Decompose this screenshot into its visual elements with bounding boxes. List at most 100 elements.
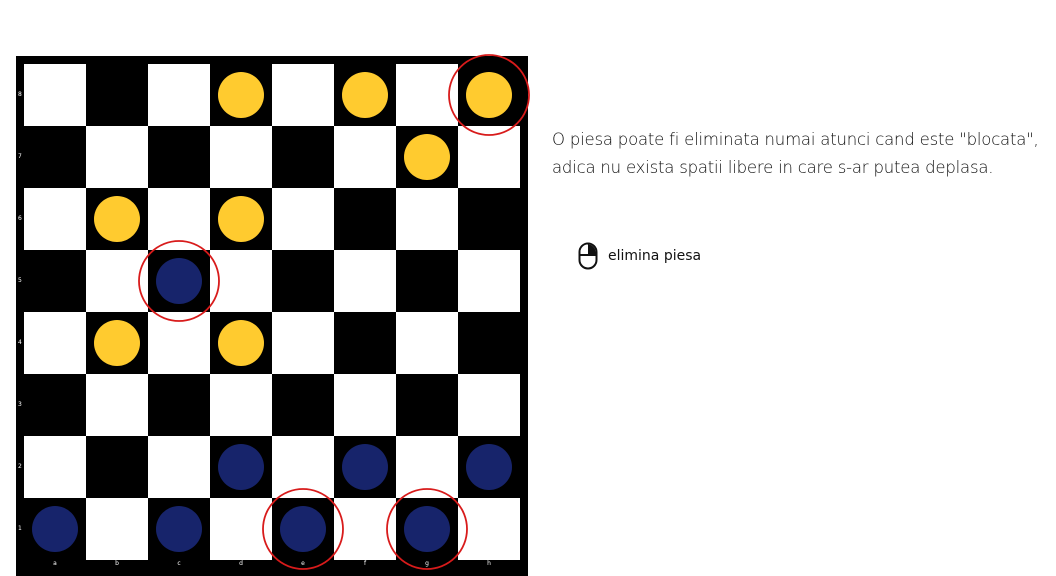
rank-label: 8 (18, 91, 22, 98)
square-f1[interactable] (334, 498, 396, 560)
square-h2[interactable] (458, 436, 520, 498)
rank-label: 7 (18, 153, 22, 160)
square-e6[interactable] (272, 188, 334, 250)
square-f4[interactable] (334, 312, 396, 374)
square-h3[interactable] (458, 374, 520, 436)
square-c3[interactable] (148, 374, 210, 436)
yellow-piece[interactable] (218, 320, 264, 366)
square-d5[interactable] (210, 250, 272, 312)
mouse-hint-label: elimina piesa (608, 248, 702, 264)
blue-piece[interactable] (218, 444, 264, 490)
instruction-text: O piesa poate fi eliminata numai atunci … (552, 130, 1039, 177)
square-d7[interactable] (210, 126, 272, 188)
square-f2[interactable] (334, 436, 396, 498)
square-a4[interactable] (24, 312, 86, 374)
file-label: e (301, 560, 305, 567)
square-g4[interactable] (396, 312, 458, 374)
square-h5[interactable] (458, 250, 520, 312)
square-a7[interactable] (24, 126, 86, 188)
file-label: d (239, 560, 243, 567)
square-e5[interactable] (272, 250, 334, 312)
blue-piece[interactable] (466, 444, 512, 490)
square-a8[interactable] (24, 64, 86, 126)
yellow-piece[interactable] (94, 196, 140, 242)
square-c4[interactable] (148, 312, 210, 374)
yellow-piece[interactable] (94, 320, 140, 366)
file-label: b (115, 560, 119, 567)
square-g7[interactable] (396, 126, 458, 188)
blue-piece[interactable] (404, 506, 450, 552)
square-c8[interactable] (148, 64, 210, 126)
square-f6[interactable] (334, 188, 396, 250)
blue-piece[interactable] (156, 258, 202, 304)
rank-label: 3 (18, 401, 22, 408)
rank-label: 2 (18, 463, 22, 470)
square-g8[interactable] (396, 64, 458, 126)
rank-label: 5 (18, 277, 22, 284)
square-a5[interactable] (24, 250, 86, 312)
yellow-piece[interactable] (342, 72, 388, 118)
blue-piece[interactable] (280, 506, 326, 552)
square-g5[interactable] (396, 250, 458, 312)
square-a6[interactable] (24, 188, 86, 250)
square-d4[interactable] (210, 312, 272, 374)
square-b6[interactable] (86, 188, 148, 250)
square-g3[interactable] (396, 374, 458, 436)
rank-label: 6 (18, 215, 22, 222)
square-h4[interactable] (458, 312, 520, 374)
file-label: a (53, 560, 57, 567)
square-c1[interactable] (148, 498, 210, 560)
square-h7[interactable] (458, 126, 520, 188)
square-b3[interactable] (86, 374, 148, 436)
square-g6[interactable] (396, 188, 458, 250)
file-label: h (487, 560, 491, 567)
square-c2[interactable] (148, 436, 210, 498)
square-d1[interactable] (210, 498, 272, 560)
file-label: f (363, 560, 367, 567)
square-c5[interactable] (148, 250, 210, 312)
square-b8[interactable] (86, 64, 148, 126)
square-e2[interactable] (272, 436, 334, 498)
square-h6[interactable] (458, 188, 520, 250)
square-e1[interactable] (272, 498, 334, 560)
yellow-piece[interactable] (404, 134, 450, 180)
blue-piece[interactable] (342, 444, 388, 490)
square-h1[interactable] (458, 498, 520, 560)
file-label: c (177, 560, 181, 567)
square-b1[interactable] (86, 498, 148, 560)
square-g1[interactable] (396, 498, 458, 560)
rank-label: 1 (18, 525, 22, 532)
square-b5[interactable] (86, 250, 148, 312)
mouse-hint: elimina piesa (578, 242, 701, 270)
rank-label: 4 (18, 339, 22, 346)
yellow-piece[interactable] (218, 196, 264, 242)
square-f5[interactable] (334, 250, 396, 312)
yellow-piece[interactable] (466, 72, 512, 118)
square-f3[interactable] (334, 374, 396, 436)
square-g2[interactable] (396, 436, 458, 498)
square-d8[interactable] (210, 64, 272, 126)
square-a2[interactable] (24, 436, 86, 498)
square-d2[interactable] (210, 436, 272, 498)
square-f8[interactable] (334, 64, 396, 126)
square-e8[interactable] (272, 64, 334, 126)
blue-piece[interactable] (156, 506, 202, 552)
square-b7[interactable] (86, 126, 148, 188)
square-h8[interactable] (458, 64, 520, 126)
square-d6[interactable] (210, 188, 272, 250)
square-e3[interactable] (272, 374, 334, 436)
file-label: g (425, 560, 429, 567)
square-a3[interactable] (24, 374, 86, 436)
square-c7[interactable] (148, 126, 210, 188)
square-a1[interactable] (24, 498, 86, 560)
square-b4[interactable] (86, 312, 148, 374)
yellow-piece[interactable] (218, 72, 264, 118)
square-e7[interactable] (272, 126, 334, 188)
square-c6[interactable] (148, 188, 210, 250)
checkers-board (24, 64, 520, 560)
square-d3[interactable] (210, 374, 272, 436)
square-b2[interactable] (86, 436, 148, 498)
square-e4[interactable] (272, 312, 334, 374)
blue-piece[interactable] (32, 506, 78, 552)
square-f7[interactable] (334, 126, 396, 188)
